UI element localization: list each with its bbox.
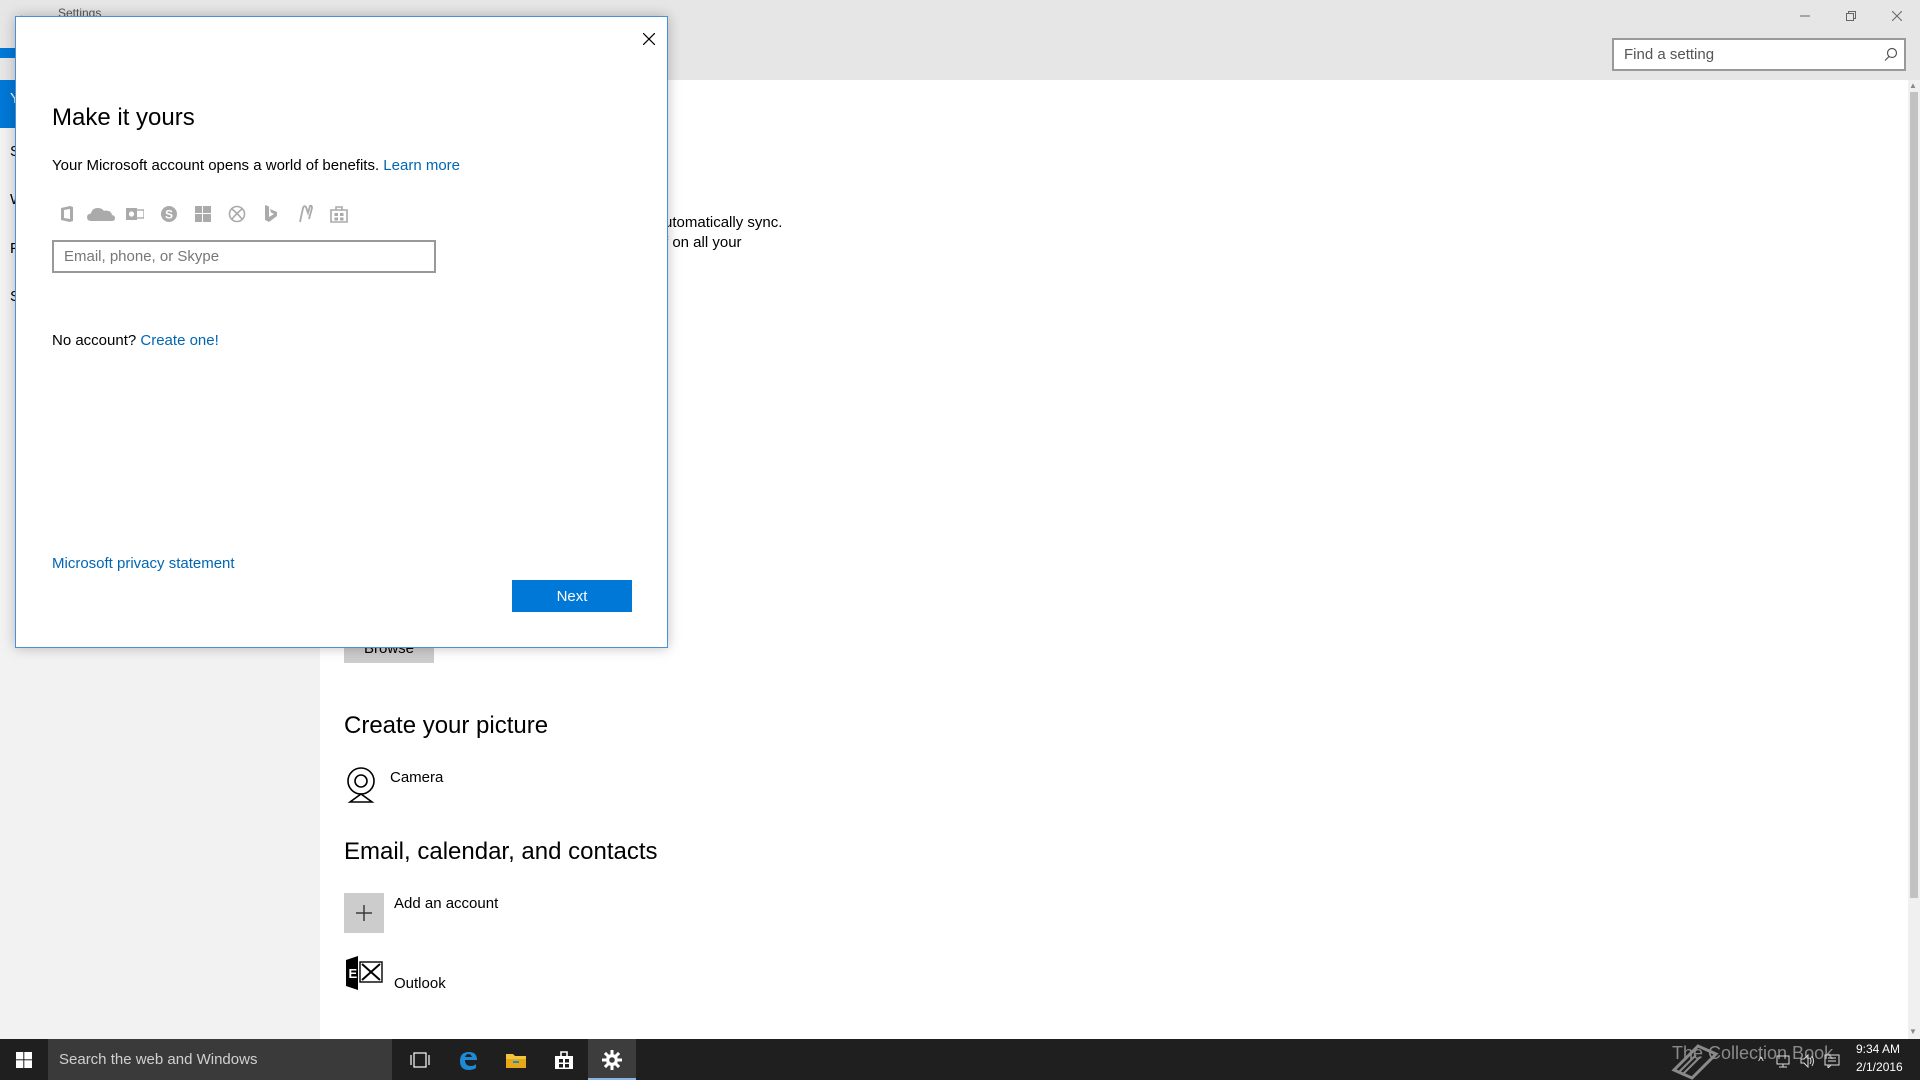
minimize-button[interactable]	[1782, 0, 1828, 32]
network-icon[interactable]	[1774, 1051, 1794, 1071]
restore-button[interactable]	[1828, 0, 1874, 32]
volume-icon[interactable]	[1798, 1051, 1818, 1071]
file-explorer-button[interactable]	[492, 1039, 540, 1080]
task-view-button[interactable]	[396, 1039, 444, 1080]
scroll-up-icon[interactable]: ▲	[1909, 81, 1917, 90]
windows-logo-icon	[16, 1051, 32, 1068]
clock-time[interactable]: 9:34 AM	[1856, 1042, 1900, 1056]
gear-icon	[602, 1049, 622, 1070]
camera-icon	[347, 767, 375, 803]
sync-description-line1: utomatically sync.	[664, 214, 783, 231]
store-icon	[555, 1050, 573, 1069]
task-view-icon	[410, 1051, 430, 1068]
skype-icon: S	[152, 201, 186, 227]
show-hidden-icons-icon[interactable]: ^	[1751, 1051, 1771, 1071]
restore-icon	[1846, 11, 1856, 21]
microsoft-account-dialog: Make it yours Your Microsoft account ope…	[15, 16, 668, 648]
find-setting-search[interactable]	[1612, 38, 1906, 71]
outlook-label[interactable]: Outlook	[394, 975, 446, 992]
dialog-close-button[interactable]	[634, 24, 664, 54]
dialog-intro: Your Microsoft account opens a world of …	[52, 157, 460, 174]
outlook-icon	[118, 201, 152, 227]
edge-icon	[460, 1051, 477, 1070]
edge-button[interactable]	[444, 1039, 492, 1080]
add-account-button[interactable]	[344, 893, 384, 933]
privacy-statement-link[interactable]: Microsoft privacy statement	[52, 555, 235, 572]
store-icon	[322, 201, 356, 227]
service-icons: S	[50, 201, 356, 227]
close-icon	[1892, 11, 1902, 21]
scroll-down-icon[interactable]: ▼	[1909, 1027, 1917, 1036]
dialog-title: Make it yours	[52, 104, 195, 131]
intro-text: Your Microsoft account opens a world of …	[52, 157, 384, 174]
minimize-icon	[1800, 15, 1810, 17]
plus-icon	[356, 905, 372, 921]
camera-label[interactable]: Camera	[390, 769, 443, 786]
create-account-link[interactable]: Create one!	[140, 332, 218, 349]
create-picture-heading: Create your picture	[344, 712, 549, 739]
no-account-text: No account?	[52, 332, 141, 349]
nav-home-accent	[0, 48, 16, 58]
cortana-search-text[interactable]: Search the web and Windows	[59, 1051, 257, 1068]
bing-icon	[254, 201, 288, 227]
xbox-icon	[220, 201, 254, 227]
close-icon	[643, 33, 655, 45]
email-field[interactable]	[52, 240, 436, 273]
outlook-account[interactable]: E	[344, 954, 384, 992]
clock-date[interactable]: 2/1/2016	[1856, 1060, 1903, 1074]
search-input[interactable]	[1624, 46, 1864, 63]
scroll-thumb[interactable]	[1910, 92, 1918, 898]
learn-more-link[interactable]: Learn more	[383, 157, 460, 174]
close-window-button[interactable]	[1874, 0, 1920, 32]
svg-text:S: S	[165, 208, 173, 222]
action-center-icon[interactable]	[1822, 1051, 1842, 1071]
exchange-icon: E	[346, 956, 383, 990]
email-accounts-heading: Email, calendar, and contacts	[344, 838, 658, 865]
add-account-label[interactable]: Add an account	[394, 895, 498, 912]
windows-icon	[186, 201, 220, 227]
svg-text:E: E	[349, 966, 358, 981]
onedrive-icon	[84, 201, 118, 227]
email-input[interactable]	[64, 248, 424, 265]
search-icon	[1884, 47, 1898, 61]
no-account-prompt: No account? Create one!	[52, 332, 219, 349]
camera-button[interactable]	[344, 766, 378, 804]
next-button[interactable]: Next	[512, 580, 632, 612]
sync-description-line2: f on all your	[664, 234, 742, 251]
settings-taskbar-button[interactable]	[588, 1039, 636, 1080]
office-icon	[50, 201, 84, 227]
store-button[interactable]	[540, 1039, 588, 1080]
msn-icon	[288, 201, 322, 227]
start-button[interactable]	[0, 1039, 48, 1080]
folder-icon	[506, 1053, 526, 1068]
